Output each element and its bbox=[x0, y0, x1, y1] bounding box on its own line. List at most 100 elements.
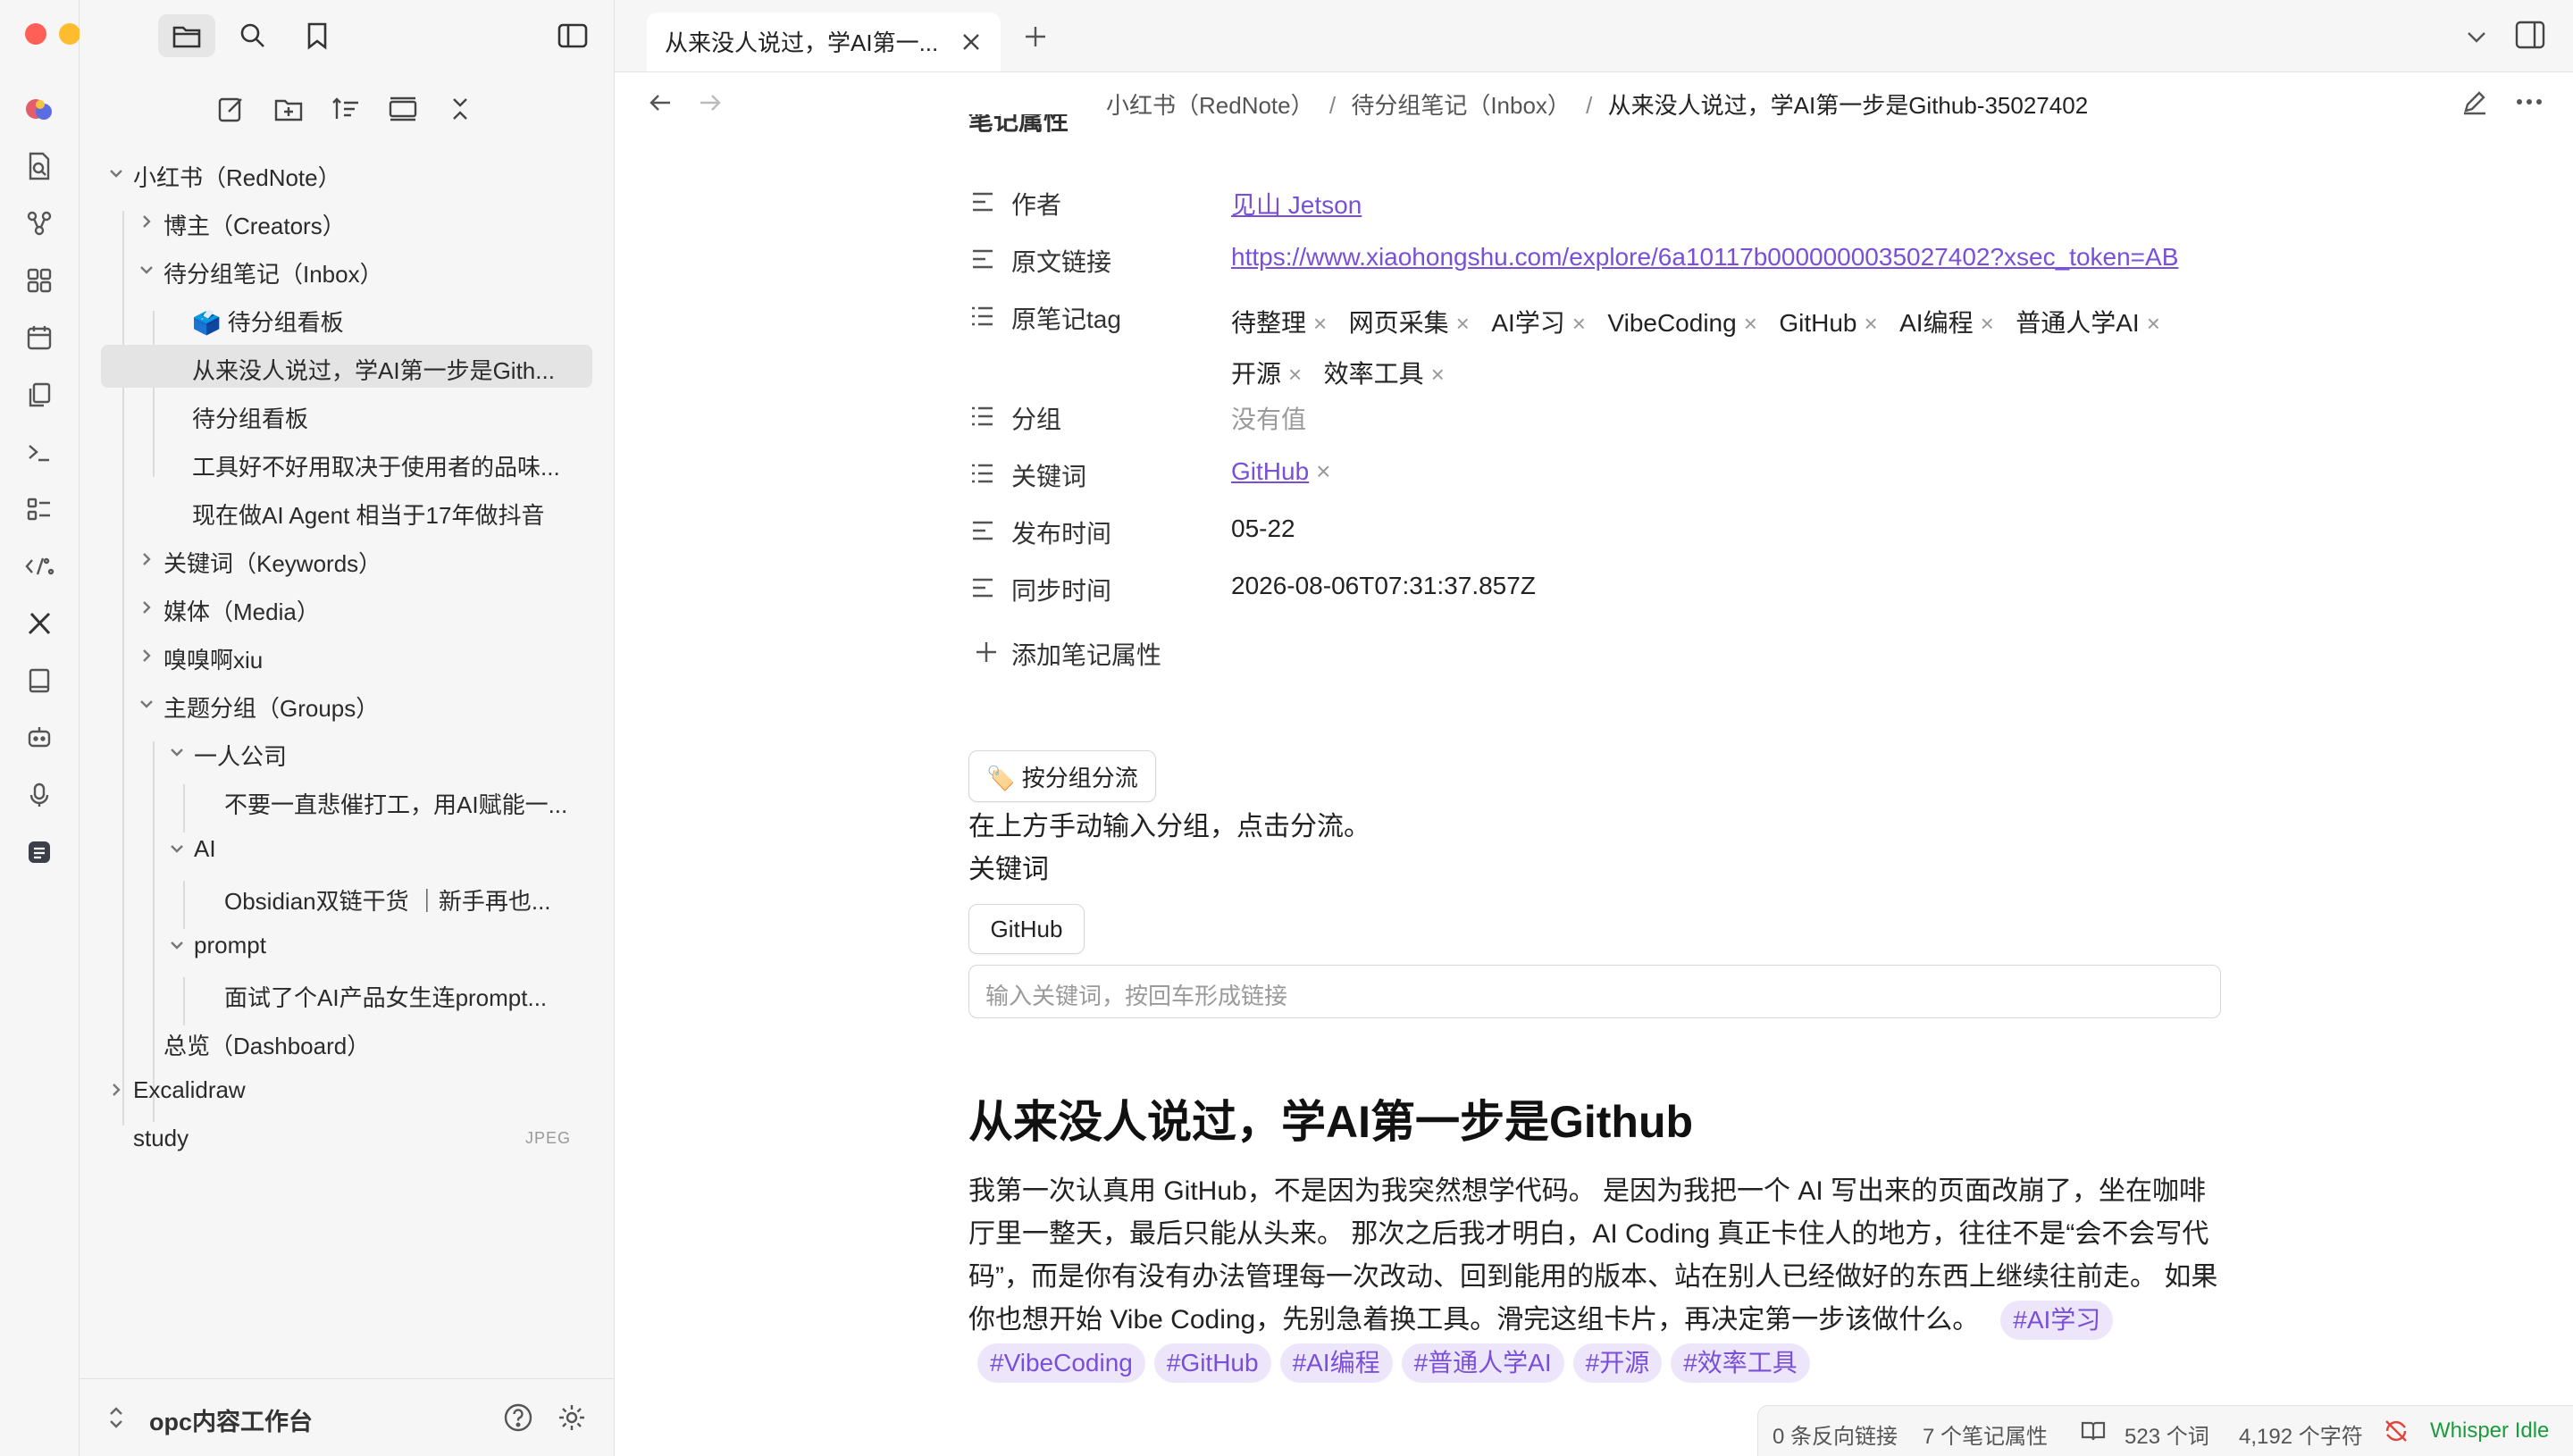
keyword-chip-github[interactable]: GitHub bbox=[968, 904, 1085, 954]
chevron-updown-icon[interactable] bbox=[106, 1404, 126, 1431]
hashtag-link[interactable]: #VibeCoding bbox=[977, 1343, 1145, 1383]
tag-pill[interactable]: AI学习 × bbox=[1491, 300, 1586, 347]
folder-media[interactable]: 媒体（Media） bbox=[101, 586, 592, 629]
property-sync-value[interactable]: 2026-08-06T07:31:37.857Z bbox=[1231, 572, 1536, 600]
graph-icon[interactable] bbox=[20, 204, 59, 243]
tag-pill[interactable]: 普通人学AI × bbox=[2016, 300, 2160, 347]
folder-xiu[interactable]: 嗅嗅啊xiu bbox=[101, 634, 592, 677]
new-note-button[interactable] bbox=[210, 88, 253, 130]
tag-pill[interactable]: 网页采集 × bbox=[1349, 300, 1470, 347]
plugin-avatar-icon[interactable] bbox=[20, 89, 59, 129]
chevron-down-icon[interactable] bbox=[2464, 25, 2489, 48]
file-inbox-board[interactable]: 待分组看板 bbox=[101, 393, 592, 436]
keyword-input[interactable]: 输入关键词，按回车形成链接 bbox=[968, 965, 2221, 1018]
breadcrumb-rednote[interactable]: 小红书（RedNote） bbox=[1106, 92, 1314, 119]
search-view-button[interactable] bbox=[224, 14, 281, 57]
file-inbox-board-emoji[interactable]: 🗳️ 待分组看板 bbox=[101, 297, 592, 339]
new-folder-button[interactable] bbox=[267, 88, 310, 130]
dashboard-grid-icon[interactable] bbox=[20, 261, 59, 300]
property-group-value[interactable]: 没有值 bbox=[1231, 400, 1306, 436]
close-window-button[interactable] bbox=[25, 23, 46, 45]
file-tools-taste[interactable]: 工具好不好用取决于使用者的品味... bbox=[101, 441, 592, 484]
help-icon[interactable] bbox=[503, 1402, 533, 1433]
tag-pill[interactable]: 待整理 × bbox=[1231, 300, 1327, 347]
keywords-heading: 关键词 bbox=[968, 855, 1049, 884]
file-active-note[interactable]: 从来没人说过，学AI第一步是Gith... bbox=[101, 345, 592, 388]
hashtag-link[interactable]: #GitHub bbox=[1153, 1343, 1271, 1383]
remove-icon[interactable]: × bbox=[1864, 300, 1877, 347]
close-tab-icon[interactable] bbox=[960, 30, 983, 54]
hashtag-link[interactable]: #AI学习 bbox=[2000, 1301, 2114, 1340]
route-by-group-button[interactable]: 🏷️ 按分组分流 bbox=[968, 750, 1156, 802]
hashtag-link[interactable]: #普通人学AI bbox=[1401, 1343, 1564, 1383]
toggle-sidebar-button[interactable] bbox=[544, 14, 601, 57]
folder-rednote[interactable]: 小红书（RedNote） bbox=[101, 152, 592, 195]
file-ai-agent[interactable]: 现在做AI Agent 相当于17年做抖音 bbox=[101, 490, 592, 532]
tag-pill[interactable]: AI编程 × bbox=[1899, 300, 1994, 347]
note-app-icon[interactable] bbox=[20, 833, 59, 872]
microphone-icon[interactable] bbox=[20, 775, 59, 815]
hashtag-link[interactable]: #开源 bbox=[1572, 1343, 1663, 1383]
hashtag-link[interactable]: #AI编程 bbox=[1279, 1343, 1393, 1383]
property-author-link[interactable]: 见山 Jetson bbox=[1231, 186, 1362, 222]
add-property-button[interactable]: 添加笔记属性 bbox=[968, 627, 2219, 677]
back-arrow-icon[interactable] bbox=[647, 89, 674, 116]
tab-active-note[interactable]: 从来没人说过，学AI第一... bbox=[647, 13, 1001, 71]
remove-icon[interactable]: × bbox=[1456, 300, 1470, 347]
calendar-icon[interactable] bbox=[20, 318, 59, 357]
folder-groups[interactable]: 主题分组（Groups） bbox=[101, 682, 592, 725]
breadcrumb-inbox[interactable]: 待分组笔记（Inbox） bbox=[1351, 92, 1571, 119]
remove-icon[interactable]: × bbox=[1313, 300, 1327, 347]
file-dont-work[interactable]: 不要一直悲催打工，用AI赋能一... bbox=[101, 779, 592, 822]
folder-excalidraw[interactable]: Excalidraw bbox=[101, 1068, 592, 1111]
folder-keywords[interactable]: 关键词（Keywords） bbox=[101, 538, 592, 581]
tools-icon[interactable] bbox=[20, 604, 59, 643]
folder-inbox[interactable]: 待分组笔记（Inbox） bbox=[101, 248, 592, 291]
keyword-pill[interactable]: GitHub × bbox=[1231, 457, 1331, 486]
terminal-icon[interactable] bbox=[20, 432, 59, 472]
property-source-link[interactable]: https://www.xiaohongshu.com/explore/6a10… bbox=[1231, 243, 2216, 272]
remove-icon[interactable]: × bbox=[1572, 300, 1586, 347]
status-backlinks[interactable]: 0 条反向链接 bbox=[1773, 1418, 1898, 1450]
book-icon[interactable] bbox=[20, 661, 59, 700]
minimize-window-button[interactable] bbox=[59, 23, 80, 45]
bot-icon[interactable] bbox=[20, 718, 59, 757]
remove-icon[interactable]: × bbox=[2147, 300, 2160, 347]
remove-icon[interactable]: × bbox=[1981, 300, 1994, 347]
new-tab-icon[interactable] bbox=[1022, 23, 1049, 50]
file-interview-prompt[interactable]: 面试了个AI产品女生连prompt... bbox=[101, 972, 592, 1015]
remove-icon[interactable]: × bbox=[1316, 457, 1330, 485]
file-dashboard[interactable]: 总览（Dashboard） bbox=[101, 1020, 592, 1063]
folder-creators[interactable]: 博主（Creators） bbox=[101, 200, 592, 243]
search-file-icon[interactable] bbox=[20, 146, 59, 186]
collapse-all-button[interactable] bbox=[439, 88, 482, 130]
copy-pages-icon[interactable] bbox=[20, 375, 59, 414]
folder-prompt[interactable]: prompt bbox=[101, 924, 592, 966]
folder-ai[interactable]: AI bbox=[101, 827, 592, 870]
property-publish-value[interactable]: 05-22 bbox=[1231, 515, 1295, 543]
breadcrumb-note[interactable]: 从来没人说过，学AI第一步是Github-35027402 bbox=[1608, 92, 2089, 119]
files-view-button[interactable] bbox=[158, 14, 215, 57]
forward-arrow-icon[interactable] bbox=[697, 89, 724, 116]
file-study[interactable]: study JPEG bbox=[101, 1117, 592, 1159]
edit-pencil-icon[interactable] bbox=[2460, 88, 2489, 116]
sync-off-icon[interactable] bbox=[2384, 1418, 2409, 1443]
hashtag-link[interactable]: #效率工具 bbox=[1671, 1343, 1810, 1383]
templater-icon[interactable] bbox=[20, 547, 59, 586]
auto-reveal-button[interactable] bbox=[381, 88, 424, 130]
status-properties[interactable]: 7 个笔记属性 bbox=[1923, 1418, 2048, 1450]
reading-book-icon[interactable] bbox=[2080, 1420, 2107, 1442]
vault-name[interactable]: opc内容工作台 bbox=[149, 1402, 313, 1437]
settings-gear-icon[interactable] bbox=[557, 1402, 587, 1433]
whisper-status[interactable]: Whisper Idle bbox=[2430, 1418, 2549, 1443]
sidebar-right-icon[interactable] bbox=[2514, 20, 2546, 50]
list-checks-icon[interactable] bbox=[20, 490, 59, 529]
file-obsidian[interactable]: Obsidian双链干货 ｜新手再也... bbox=[101, 875, 592, 918]
remove-icon[interactable]: × bbox=[1744, 300, 1757, 347]
bookmarks-view-button[interactable] bbox=[289, 14, 346, 57]
tag-pill[interactable]: GitHub × bbox=[1779, 300, 1877, 347]
tag-pill[interactable]: VibeCoding × bbox=[1607, 300, 1756, 347]
folder-one-person[interactable]: 一人公司 bbox=[101, 731, 592, 774]
more-options-icon[interactable] bbox=[2516, 98, 2543, 105]
sort-button[interactable] bbox=[324, 88, 367, 130]
